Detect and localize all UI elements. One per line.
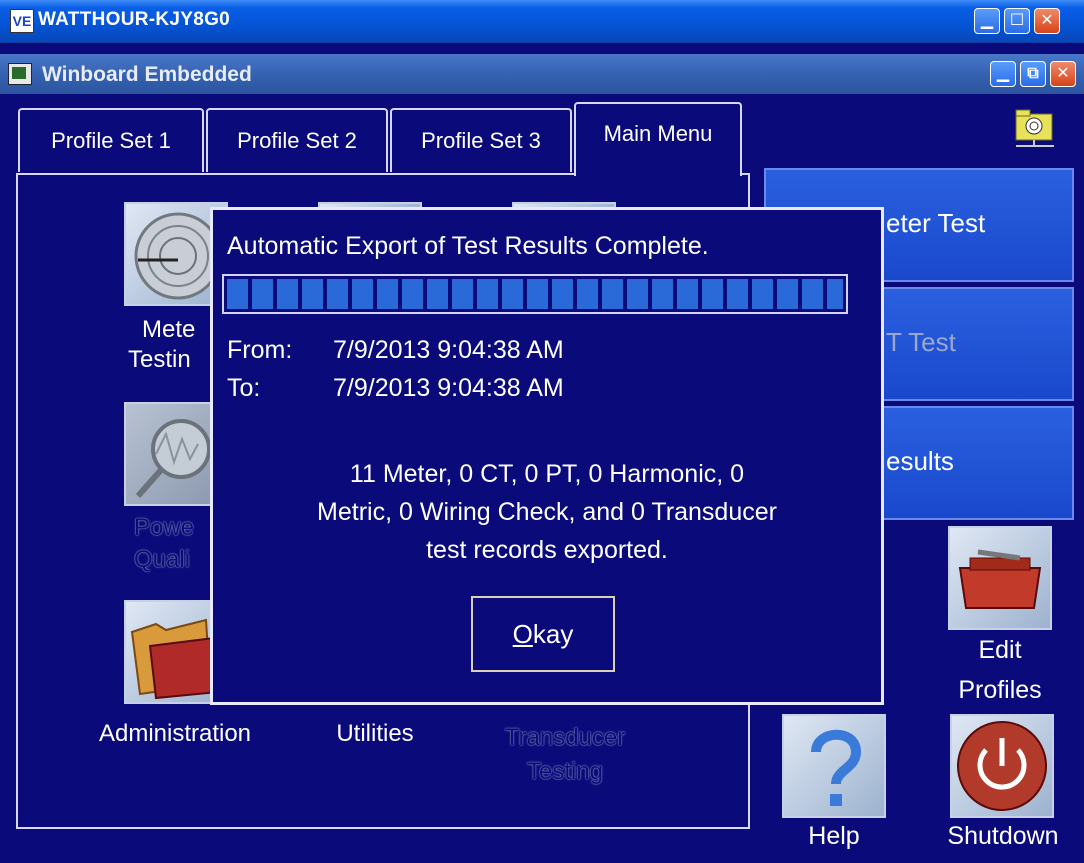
- power-quality-label-line2: Quali: [134, 546, 191, 573]
- edit-profiles-label-line2: Profiles: [958, 676, 1042, 704]
- okay-label: kay: [532, 619, 574, 649]
- progress-fill: [227, 279, 843, 309]
- tab-profile-set-2[interactable]: Profile Set 2: [206, 108, 388, 172]
- inner-restore-button[interactable]: ⧉: [1020, 61, 1046, 87]
- power-icon: [957, 721, 1047, 811]
- outer-window-title: WATTHOUR-KJY8G0: [38, 9, 231, 30]
- help-label: Help: [808, 822, 860, 850]
- help-button[interactable]: [782, 714, 886, 818]
- results-label: esults: [886, 446, 954, 476]
- from-value: 7/9/2013 9:04:38 AM: [333, 336, 564, 364]
- okay-button[interactable]: Okay: [469, 594, 617, 674]
- app-logo-icon: VE: [10, 9, 34, 33]
- question-mark-icon: [811, 729, 862, 806]
- to-label: To:: [227, 374, 261, 402]
- meter-test-label: eter Test: [886, 208, 986, 238]
- to-value: 7/9/2013 9:04:38 AM: [333, 374, 564, 402]
- dialog-title: Automatic Export of Test Results Complet…: [227, 232, 709, 260]
- ct-pt-test-label: T Test: [886, 327, 956, 357]
- tab-main-menu[interactable]: Main Menu: [574, 102, 742, 176]
- utilities-label: Utilities: [336, 720, 414, 747]
- inner-title-bar: Winboard Embedded ▁ ⧉ ✕: [0, 54, 1084, 94]
- export-summary-message: 11 Meter, 0 CT, 0 PT, 0 Harmonic, 0 Metr…: [227, 455, 867, 569]
- from-label: From:: [227, 336, 293, 364]
- shutdown-button[interactable]: [950, 714, 1054, 818]
- inner-minimize-button[interactable]: ▁: [990, 61, 1016, 87]
- export-complete-dialog: Automatic Export of Test Results Complet…: [210, 207, 884, 705]
- edit-profiles-label-line1: Edit: [978, 636, 1022, 664]
- winboard-icon: [8, 63, 32, 85]
- edit-profiles-button[interactable]: [948, 526, 1052, 630]
- inner-close-button[interactable]: ✕: [1050, 61, 1076, 87]
- message-line-2: Metric, 0 Wiring Check, and 0 Transducer: [317, 498, 777, 526]
- transducer-testing-label-line1: Transducer: [504, 724, 626, 751]
- administration-label: Administration: [98, 720, 252, 747]
- inner-window-title: Winboard Embedded: [42, 63, 252, 86]
- shutdown-label: Shutdown: [947, 822, 1059, 850]
- message-line-3: test records exported.: [426, 536, 668, 564]
- power-quality-label-line1: Powe: [134, 514, 195, 541]
- transducer-testing-label-line2: Testing: [526, 758, 604, 785]
- toolbox-icon: [958, 549, 1042, 609]
- export-progress-bar: [222, 274, 848, 314]
- maximize-button[interactable]: ☐: [1004, 8, 1030, 34]
- minimize-button[interactable]: ▁: [974, 8, 1000, 34]
- tab-profile-set-3[interactable]: Profile Set 3: [390, 108, 572, 172]
- okay-mnemonic: O: [512, 619, 533, 649]
- meter-testing-label-line2: Testin: [128, 346, 191, 373]
- message-line-1: 11 Meter, 0 CT, 0 PT, 0 Harmonic, 0: [349, 460, 745, 488]
- close-button[interactable]: ✕: [1034, 8, 1060, 34]
- outer-title-bar: VE WATTHOUR-KJY8G0 ▁ ☐ ✕: [0, 0, 1084, 43]
- tab-profile-set-1[interactable]: Profile Set 1: [18, 108, 204, 172]
- network-folder-icon[interactable]: [1012, 108, 1058, 148]
